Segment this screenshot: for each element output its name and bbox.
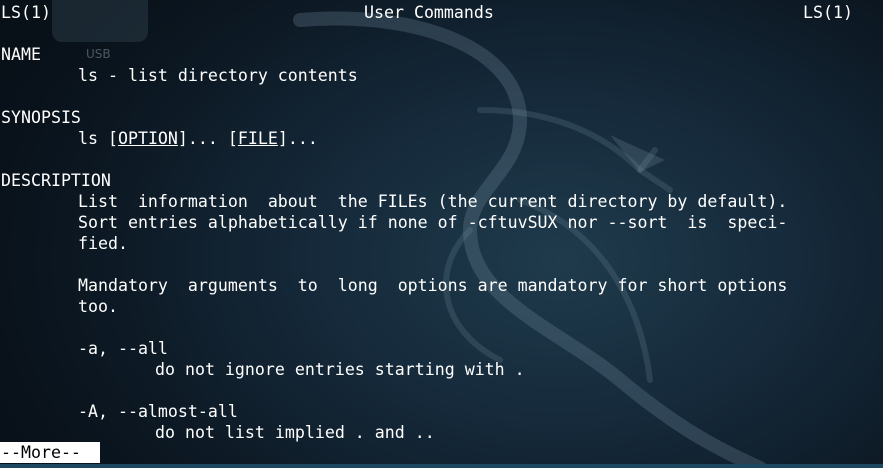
- section-heading-description: DESCRIPTION: [1, 171, 111, 190]
- manpage-header-right: LS(1): [803, 3, 853, 22]
- manpage-header-title: User Commands: [364, 3, 494, 22]
- terminal-cursor: [101, 444, 110, 462]
- manpage-header-left: LS(1): [1, 3, 51, 22]
- synopsis-option-arg: OPTION: [117, 129, 178, 148]
- description-line-1: List information about the FILEs (the cu…: [78, 192, 788, 211]
- synopsis-command: ls: [78, 129, 98, 148]
- section-heading-synopsis: SYNOPSIS: [1, 108, 81, 127]
- usb-drive-label: USB: [86, 47, 111, 61]
- description-line-4: Mandatory arguments to long options are …: [78, 276, 788, 295]
- option-almost-all-flag: -A, --almost-all: [78, 402, 238, 421]
- synopsis-file-arg: FILE: [237, 129, 278, 148]
- description-line-2: Sort entries alphabetically if none of -…: [78, 213, 788, 232]
- terminal-window[interactable]: USB LS(1) User Commands LS(1) NAME ls - …: [0, 0, 883, 468]
- pager-more-prompt[interactable]: --More--: [0, 442, 100, 463]
- usb-drive-desktop-icon[interactable]: [52, 0, 148, 42]
- description-line-5: too.: [78, 297, 118, 316]
- synopsis-line: ls [OPTION]... [FILE]...: [78, 129, 318, 148]
- option-almost-all-description: do not list implied . and ..: [155, 423, 435, 442]
- taskbar-edge: [0, 464, 883, 468]
- name-description: ls - list directory contents: [78, 66, 358, 85]
- section-heading-name: NAME: [1, 45, 41, 64]
- option-all-flag: -a, --all: [78, 339, 168, 358]
- description-line-3: fied.: [78, 234, 128, 253]
- option-all-description: do not ignore entries starting with .: [155, 360, 525, 379]
